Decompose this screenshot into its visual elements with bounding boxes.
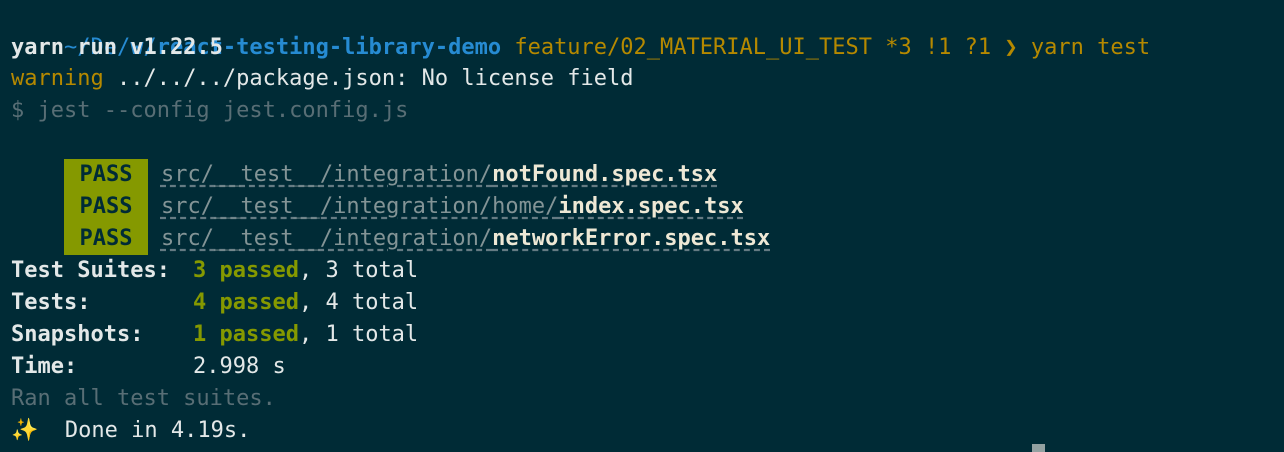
summary-snapshots-line: Snapshots: 1 passed, 1 total xyxy=(11,319,418,351)
prompt-branch: feature/02_MATERIAL_UI_TEST xyxy=(514,35,872,60)
terminal-window[interactable]: ~/De/w/react-testing-library-demo featur… xyxy=(0,0,1284,452)
test-result-row: PASS src/__test__/integration/notFound.sp… xyxy=(11,127,717,191)
prompt-line: ~/De/w/react-testing-library-demo featur… xyxy=(11,0,1150,60)
prompt-git-status: *3 !1 ?1 xyxy=(885,35,992,60)
done-line: ✨ Done in 4.19s. xyxy=(11,415,250,447)
test-file-dir: src/__test__/integration/ xyxy=(160,226,493,251)
summary-snapshots-label: Snapshots: xyxy=(11,322,144,347)
warning-line: warning ../../../package.json: No licens… xyxy=(11,63,634,95)
summary-snapshots-passed: 1 passed xyxy=(193,322,299,347)
summary-tests-passed: 4 passed xyxy=(193,290,299,315)
test-result-row: PASS src/__test__/integration/networkErro… xyxy=(11,191,770,255)
summary-time-value: 2.998 s xyxy=(193,354,286,379)
test-result-row: PASS src/__test__/integration/home/index.… xyxy=(11,159,744,223)
summary-tests-line: Tests: 4 passed, 4 total xyxy=(11,287,418,319)
summary-time-line: Time: 2.998 s xyxy=(11,351,286,383)
warning-text: ../../../package.json: No license field xyxy=(103,66,634,91)
summary-tests-label: Tests: xyxy=(11,290,91,315)
done-text: Done in 4.19s. xyxy=(38,418,251,443)
prompt-command: yarn test xyxy=(1030,35,1151,60)
summary-suites-label: Test Suites: xyxy=(11,258,170,283)
summary-suites-total: , 3 total xyxy=(298,258,419,283)
terminal-cursor xyxy=(1032,444,1045,452)
yarn-version-line: yarn run v1.22.5 xyxy=(11,35,223,60)
test-file-name: networkError.spec.tsx xyxy=(492,226,771,251)
ran-all-line: Ran all test suites. xyxy=(11,386,276,411)
summary-snapshots-total: , 1 total xyxy=(298,322,419,347)
summary-tests-total: , 4 total xyxy=(298,290,419,315)
summary-suites-line: Test Suites: 3 passed, 3 total xyxy=(11,255,418,287)
jest-command-line: $ jest --config jest.config.js xyxy=(11,98,409,123)
sparkles-icon: ✨ xyxy=(11,418,39,443)
summary-time-label: Time: xyxy=(11,354,78,379)
summary-suites-passed: 3 passed xyxy=(193,258,299,283)
prompt-arrow-icon: ❯ xyxy=(1004,35,1018,60)
warning-label: warning xyxy=(11,66,104,91)
pass-badge: PASS xyxy=(63,223,148,255)
